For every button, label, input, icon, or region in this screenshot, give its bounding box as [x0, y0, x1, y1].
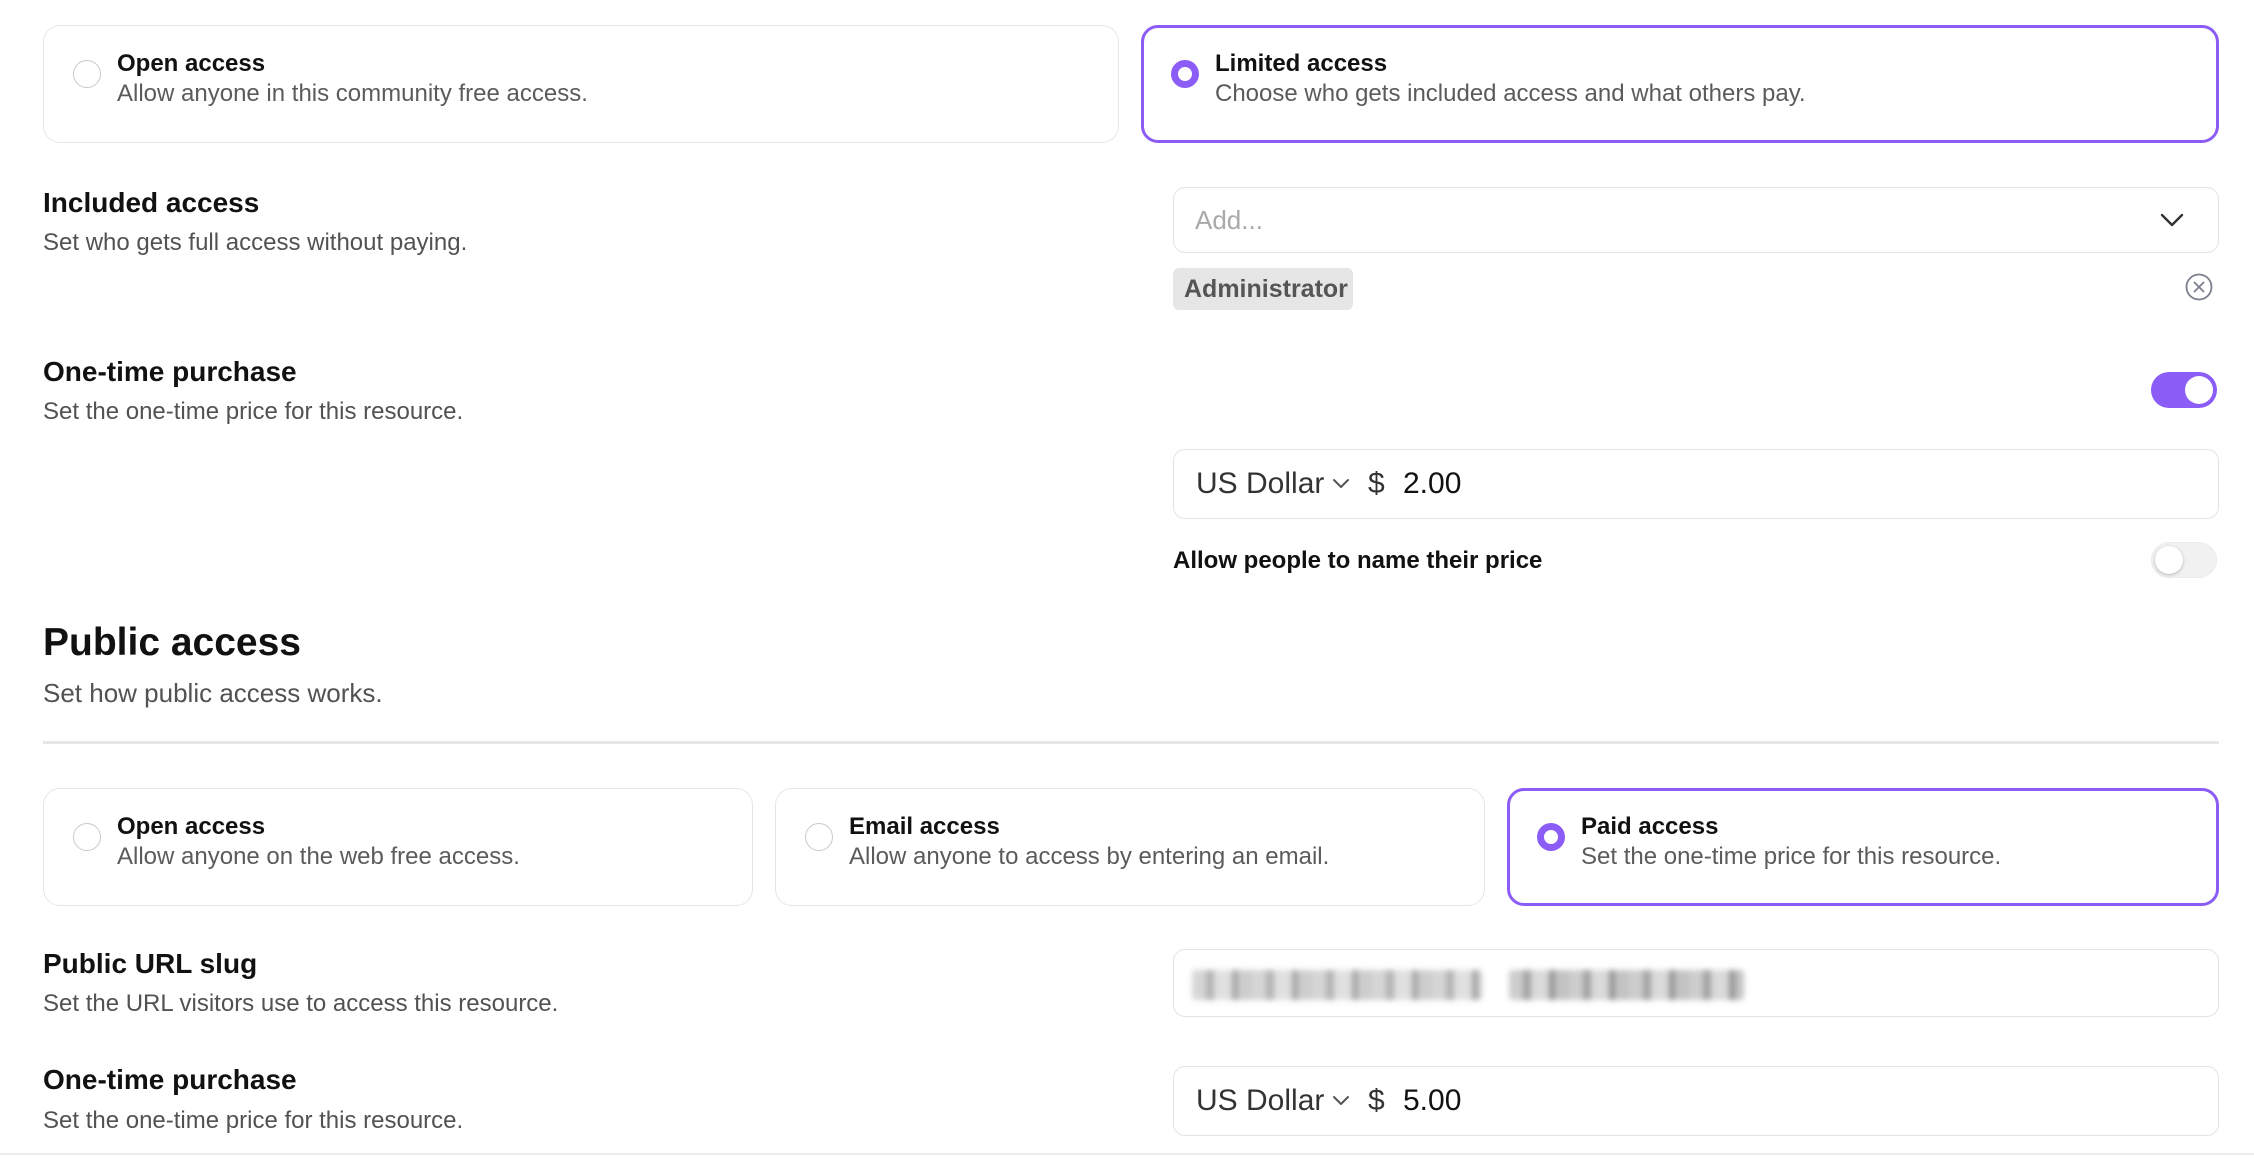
chip-label: Administrator — [1184, 275, 1348, 303]
option-description: Allow anyone in this community free acce… — [117, 80, 588, 107]
toggle-knob — [2155, 546, 2183, 574]
currency-chevron-icon[interactable] — [1332, 478, 1350, 490]
redacted-url-value — [1192, 970, 1482, 1000]
option-title: Paid access — [1581, 813, 1719, 840]
public-open-access-option[interactable]: Open access Allow anyone on the web free… — [43, 788, 753, 906]
included-access-description: Set who gets full access without paying. — [43, 229, 468, 256]
name-price-label: Allow people to name their price — [1173, 547, 1543, 574]
limited-access-radio[interactable] — [1171, 60, 1199, 88]
option-title: Email access — [849, 813, 1000, 840]
currency-label[interactable]: US Dollar — [1196, 1084, 1324, 1118]
included-access-select[interactable]: Add... — [1173, 187, 2219, 253]
limited-access-option[interactable]: Limited access Choose who gets included … — [1141, 25, 2219, 143]
administrator-chip: Administrator — [1173, 268, 1353, 310]
included-access-title: Included access — [43, 187, 260, 218]
toggle-knob — [2185, 376, 2213, 404]
included-access-placeholder: Add... — [1195, 205, 1263, 235]
bottom-divider — [0, 1153, 2254, 1155]
public-price-field[interactable]: US Dollar $ 5.00 — [1173, 1066, 2219, 1136]
public-purchase-description: Set the one-time price for this resource… — [43, 1107, 464, 1134]
public-purchase-title: One-time purchase — [43, 1064, 297, 1095]
one-time-purchase-toggle[interactable] — [2151, 372, 2217, 408]
redacted-url-value — [1509, 970, 1744, 1000]
one-time-purchase-description: Set the one-time price for this resource… — [43, 398, 464, 425]
one-time-purchase-title: One-time purchase — [43, 356, 297, 387]
chevron-down-icon[interactable] — [2159, 212, 2185, 228]
currency-chevron-icon[interactable] — [1332, 1095, 1350, 1107]
option-title: Open access — [117, 813, 266, 840]
email-access-radio[interactable] — [805, 823, 833, 851]
open-access-radio[interactable] — [73, 60, 101, 88]
option-title: Open access — [117, 50, 266, 77]
option-description: Choose who gets included access and what… — [1215, 80, 1806, 107]
option-description: Allow anyone on the web free access. — [117, 843, 520, 870]
price-field[interactable]: US Dollar $ 2.00 — [1173, 449, 2219, 519]
public-url-description: Set the URL visitors use to access this … — [43, 990, 559, 1017]
option-description: Allow anyone to access by entering an em… — [849, 843, 1330, 870]
public-access-title: Public access — [43, 621, 301, 664]
price-value[interactable]: 2.00 — [1403, 467, 1461, 501]
public-access-description: Set how public access works. — [43, 678, 383, 708]
open-access-option[interactable]: Open access Allow anyone in this communi… — [43, 25, 1119, 143]
option-description: Set the one-time price for this resource… — [1581, 843, 2002, 870]
public-url-title: Public URL slug — [43, 948, 258, 979]
currency-symbol: $ — [1368, 1084, 1385, 1117]
paid-access-radio[interactable] — [1537, 823, 1565, 851]
remove-circle-icon[interactable] — [2185, 273, 2213, 301]
email-access-option[interactable]: Email access Allow anyone to access by e… — [775, 788, 1485, 906]
paid-access-option[interactable]: Paid access Set the one-time price for t… — [1507, 788, 2219, 906]
currency-symbol: $ — [1368, 467, 1385, 500]
section-divider — [43, 741, 2219, 744]
name-price-toggle[interactable] — [2151, 542, 2217, 578]
currency-label[interactable]: US Dollar — [1196, 467, 1324, 501]
public-open-access-radio[interactable] — [73, 823, 101, 851]
public-url-input[interactable] — [1173, 949, 2219, 1017]
option-title: Limited access — [1215, 50, 1388, 77]
price-value[interactable]: 5.00 — [1403, 1084, 1461, 1118]
